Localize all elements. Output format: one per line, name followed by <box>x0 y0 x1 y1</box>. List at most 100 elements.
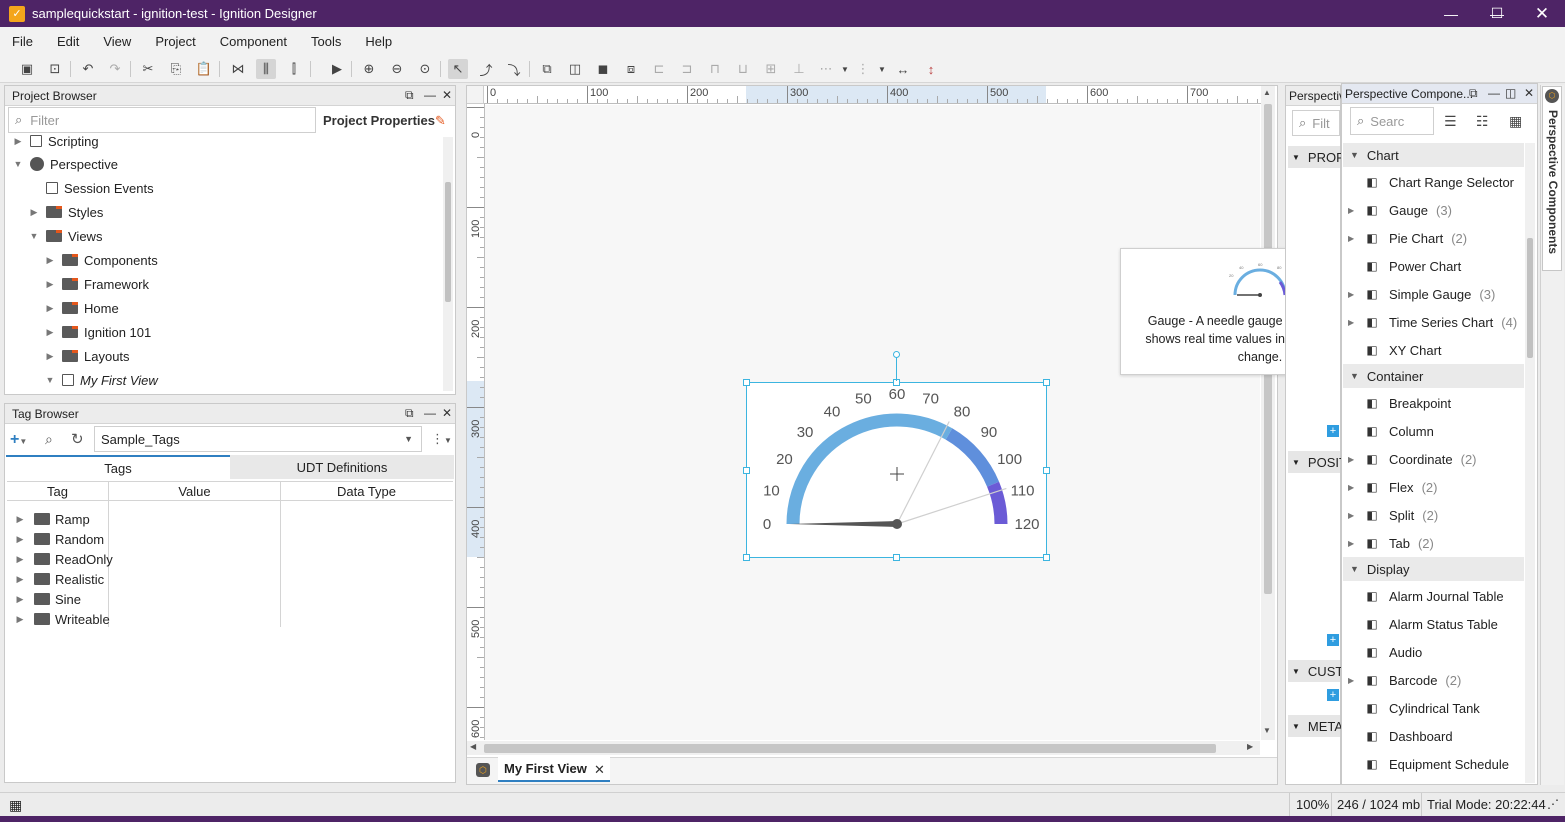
apps-grid-icon[interactable]: ▦ <box>9 797 22 814</box>
save-all-icon[interactable]: ⊡ <box>45 59 65 79</box>
section-custom[interactable]: ▼ CUST <box>1288 660 1343 682</box>
palette-item[interactable]: ▶ ◧ Tab (2) <box>1343 529 1523 557</box>
copy-icon[interactable]: ⎘ <box>166 59 186 79</box>
menu-tools[interactable]: Tools <box>299 34 353 49</box>
chevron-right-icon[interactable]: ▶ <box>44 255 56 266</box>
palette-item[interactable]: ◧ Chart Range Selector <box>1343 168 1523 196</box>
section-position[interactable]: ▼ POSIT <box>1288 451 1347 473</box>
close-icon[interactable]: ✕ <box>442 88 452 102</box>
column-data-type[interactable]: Data Type <box>281 484 452 499</box>
side-tab-components[interactable]: ⬡ Perspective Components <box>1542 86 1562 271</box>
tag-row[interactable]: ▶ Random <box>14 529 105 549</box>
tag-row[interactable]: ▶ Realistic <box>14 569 105 589</box>
same-height-icon[interactable]: ↕ <box>921 59 941 79</box>
project-properties-link[interactable]: Project Properties <box>323 113 435 128</box>
project-tree-item[interactable]: ▶ Framework <box>44 272 149 296</box>
close-icon[interactable]: ✕ <box>1524 86 1534 100</box>
chevron-right-icon[interactable]: ▶ <box>1348 206 1354 215</box>
palette-category[interactable]: ▼ Container <box>1343 364 1524 388</box>
maximize-window-button[interactable]: ☐ <box>1474 0 1520 27</box>
refresh-icon[interactable]: ↻ <box>71 430 84 448</box>
tag-row[interactable]: ▶ Ramp <box>14 509 90 529</box>
connect-alt-icon[interactable]: ⤵ <box>504 59 524 79</box>
resize-handle[interactable] <box>1043 467 1050 474</box>
tag-row[interactable]: ▶ Writeable <box>14 609 110 629</box>
add-property-icon[interactable]: + <box>1327 425 1339 437</box>
save-icon[interactable]: ▣ <box>17 59 37 79</box>
menu-component[interactable]: Component <box>208 34 299 49</box>
collapse-all-icon[interactable]: ☷ <box>1476 113 1489 130</box>
column-value[interactable]: Value <box>109 484 280 499</box>
palette-item[interactable]: ◧ Cylindrical Tank <box>1343 694 1523 722</box>
column-tag[interactable]: Tag <box>7 484 108 499</box>
menu-file[interactable]: File <box>0 34 45 49</box>
close-icon[interactable]: ✕ <box>442 406 452 420</box>
align-bottom-icon[interactable]: ⊔ <box>733 59 753 79</box>
chevron-right-icon[interactable]: ▶ <box>1348 290 1354 299</box>
resize-handle[interactable] <box>893 554 900 561</box>
project-tree-item[interactable]: ▼ Views <box>28 224 103 248</box>
group-icon[interactable]: ⧉ <box>537 59 557 79</box>
chevron-right-icon[interactable]: ▶ <box>14 554 26 565</box>
chevron-right-icon[interactable]: ▶ <box>1348 483 1354 492</box>
palette-item[interactable]: ▶ ◧ Barcode (2) <box>1343 666 1523 694</box>
project-tree-item[interactable]: ▶ Layouts <box>44 344 130 368</box>
ungroup-icon[interactable]: ◫ <box>565 59 585 79</box>
chevron-right-icon[interactable]: ▶ <box>1348 539 1354 548</box>
zoom-out-icon[interactable]: ⊖ <box>387 59 407 79</box>
distribute-v-icon[interactable]: ⋮ <box>853 59 873 79</box>
menu-project[interactable]: Project <box>143 34 207 49</box>
bring-front-icon[interactable]: ◼ <box>593 59 613 79</box>
distribute-h-icon[interactable]: ⋯ <box>816 59 836 79</box>
add-tag-icon[interactable]: +▼ <box>10 431 27 449</box>
search-icon[interactable]: ⌕ <box>45 431 53 448</box>
tab-tags[interactable]: Tags <box>6 455 230 479</box>
tag-row[interactable]: ▶ Sine <box>14 589 82 609</box>
rotation-handle[interactable] <box>893 351 900 358</box>
resize-handle[interactable] <box>1043 554 1050 561</box>
canvas-vertical-scrollbar[interactable]: ▲ ▼ <box>1261 86 1275 740</box>
grid-icon[interactable]: ⫿ <box>284 59 304 79</box>
project-tree-item[interactable]: Session Events <box>28 176 154 200</box>
same-width-icon[interactable]: ↔ <box>893 59 913 79</box>
palette-item[interactable]: ◧ Breakpoint <box>1343 389 1523 417</box>
palette-item[interactable]: ◧ Column <box>1343 417 1523 445</box>
palette-item[interactable]: ◧ Dashboard <box>1343 722 1523 750</box>
tag-provider-select[interactable]: Sample_Tags ▼ <box>94 426 422 452</box>
property-filter-input[interactable]: ⌕ Filt <box>1292 110 1340 136</box>
palette-item[interactable]: ▶ ◧ Gauge (3) <box>1343 196 1523 224</box>
project-tree-item[interactable]: ▶ Ignition 101 <box>44 320 152 344</box>
chevron-right-icon[interactable]: ▶ <box>14 574 26 585</box>
resize-handle[interactable] <box>743 379 750 386</box>
chevron-right-icon[interactable]: ▶ <box>14 514 26 525</box>
chevron-right-icon[interactable]: ▶ <box>44 303 56 314</box>
palette-item[interactable]: ▶ ◧ Coordinate (2) <box>1343 445 1523 473</box>
send-back-icon[interactable]: ⧈ <box>621 59 641 79</box>
chevron-down-icon[interactable]: ▼ <box>12 159 24 169</box>
palette-item[interactable]: ▶ ◧ Split (2) <box>1343 501 1523 529</box>
palette-category[interactable]: ▼ Display <box>1343 557 1524 581</box>
chevron-right-icon[interactable]: ▶ <box>44 279 56 290</box>
project-tree-item[interactable]: ▶ Styles <box>28 200 104 224</box>
chevron-down-icon[interactable]: ▼ <box>835 59 855 79</box>
section-meta[interactable]: ▼ META <box>1288 715 1343 737</box>
chevron-down-icon[interactable]: ▼ <box>28 231 40 241</box>
float-icon[interactable]: ⧉ <box>405 88 414 103</box>
chevron-right-icon[interactable]: ▶ <box>1348 234 1354 243</box>
resize-grip-icon[interactable]: ⋰ <box>1547 797 1559 811</box>
project-tree-item[interactable]: ▼ Perspective <box>12 152 118 176</box>
palette-item[interactable]: ▶ ◧ Time Series Chart (4) <box>1343 308 1523 336</box>
add-property-icon[interactable]: + <box>1327 634 1339 646</box>
resize-handle[interactable] <box>1043 379 1050 386</box>
align-left-icon[interactable]: ⊏ <box>649 59 669 79</box>
palette-item[interactable]: ◧ Alarm Status Table <box>1343 610 1523 638</box>
align-right-icon[interactable]: ⊐ <box>677 59 697 79</box>
chevron-right-icon[interactable]: ▶ <box>44 351 56 362</box>
preview-play-icon[interactable]: ▶ <box>327 59 347 79</box>
align-top-icon[interactable]: ⊓ <box>705 59 725 79</box>
snap-icon[interactable]: ⋈ <box>228 59 248 79</box>
palette-item[interactable]: ◧ Equipment Schedule <box>1343 750 1523 778</box>
menu-edit[interactable]: Edit <box>45 34 91 49</box>
palette-item[interactable]: ◧ Audio <box>1343 638 1523 666</box>
minimize-window-button[interactable]: — <box>1428 0 1474 27</box>
